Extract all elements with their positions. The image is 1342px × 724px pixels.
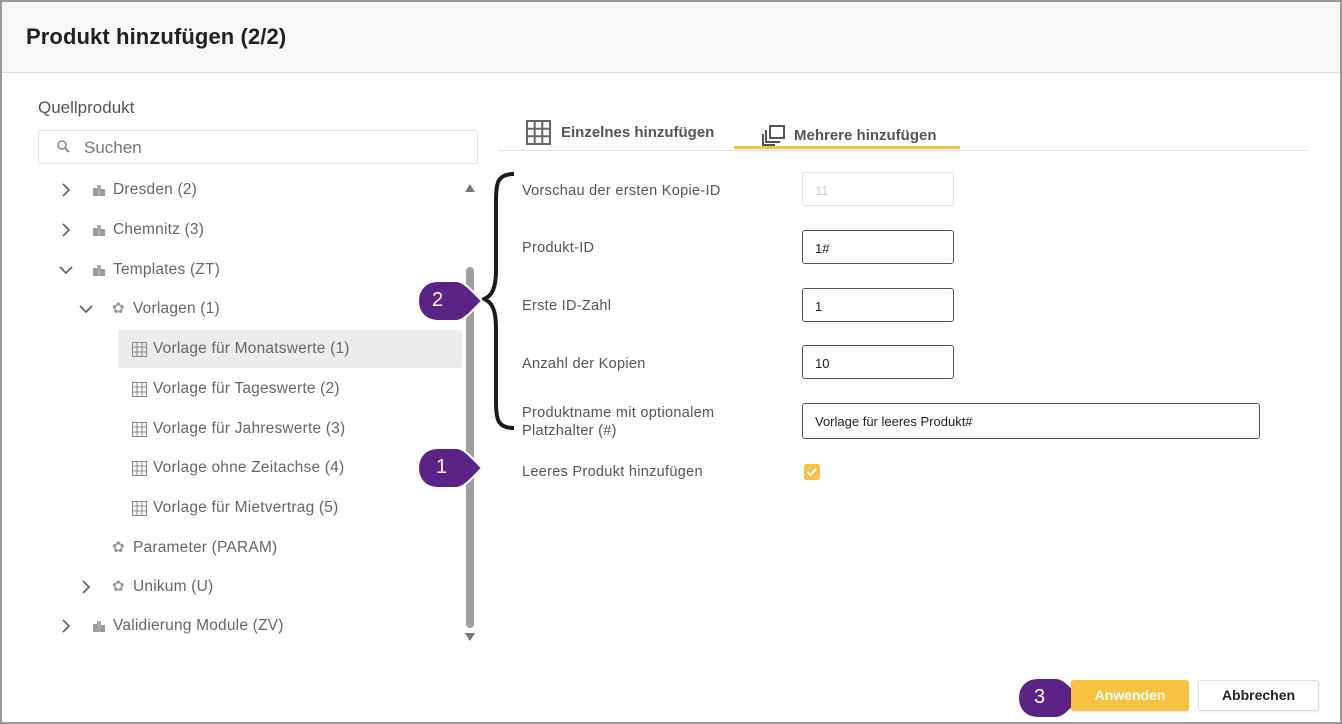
grid-icon — [132, 501, 147, 516]
chevron-down-icon[interactable] — [76, 299, 96, 319]
tree-item-monatswerte[interactable]: Vorlage für Monatswerte (1) — [153, 331, 350, 367]
chevron-down-icon[interactable] — [56, 260, 76, 280]
building-icon — [93, 265, 105, 276]
tree-item-validierung[interactable]: Validierung Module (ZV) — [113, 608, 284, 644]
annotation-badge-2-number: 2 — [432, 289, 444, 311]
tree-item-templates[interactable]: Templates (ZT) — [113, 252, 220, 288]
tree-item-unikum[interactable]: Unikum (U) — [133, 569, 213, 605]
tree-item-dresden[interactable]: Dresden (2) — [113, 172, 197, 208]
search-box[interactable]: Suchen — [38, 130, 478, 164]
product-id-label: Produkt-ID — [522, 240, 595, 256]
preview-label: Vorschau der ersten Kopie-ID — [522, 183, 721, 199]
grid-icon — [132, 422, 147, 437]
product-name-label-line2: Platzhalter (#) — [522, 423, 617, 439]
tree-item-jahreswerte[interactable]: Vorlage für Jahreswerte (3) — [153, 411, 345, 447]
scroll-up-arrow-icon[interactable] — [465, 184, 475, 192]
checkmark-icon — [806, 467, 818, 477]
first-id-label: Erste ID-Zahl — [522, 298, 612, 314]
search-input[interactable]: Suchen — [84, 138, 142, 158]
dialog-header: Produkt hinzufügen (2/2) — [2, 2, 1340, 73]
copies-label: Anzahl der Kopien — [522, 356, 646, 372]
chevron-right-icon[interactable] — [56, 180, 76, 200]
tree-item-tageswerte[interactable]: Vorlage für Tageswerte (2) — [153, 371, 340, 407]
source-product-label: Quellprodukt — [38, 98, 135, 117]
table-icon — [526, 119, 551, 145]
gear-icon: ✿ — [112, 539, 125, 556]
tree-item-parameter[interactable]: Parameter (PARAM) — [133, 530, 277, 566]
product-name-label: Produktname mit optionalem Platzhalter (… — [522, 404, 714, 440]
tree-item-chemnitz[interactable]: Chemnitz (3) — [113, 212, 204, 248]
cancel-button[interactable]: Abbrechen — [1198, 680, 1319, 711]
annotation-badge-1-number: 1 — [436, 456, 448, 478]
search-icon — [57, 140, 70, 153]
annotation-badge-3: 3 — [1016, 676, 1084, 719]
active-tab-indicator — [734, 146, 960, 149]
copy-multiple-icon — [762, 124, 785, 146]
dialog-title: Produkt hinzufügen (2/2) — [26, 24, 287, 49]
apply-button[interactable]: Anwenden — [1071, 680, 1189, 711]
curly-brace — [482, 172, 515, 430]
building-icon — [93, 185, 105, 196]
product-id-input[interactable]: 1# — [802, 230, 954, 264]
chevron-right-icon[interactable] — [56, 220, 76, 240]
product-name-label-line1: Produktname mit optionalem — [522, 405, 715, 421]
tree-item-vorlagen[interactable]: Vorlagen (1) — [133, 291, 220, 327]
empty-product-checkbox[interactable] — [804, 464, 820, 480]
building-icon — [93, 225, 105, 236]
empty-product-label: Leeres Produkt hinzufügen — [522, 464, 703, 480]
tab-mehrere-label: Mehrere hinzufügen — [794, 126, 937, 144]
tab-einzelnes-label: Einzelnes hinzufügen — [561, 123, 715, 141]
grid-icon — [132, 342, 147, 357]
grid-icon — [132, 461, 147, 476]
chevron-right-icon[interactable] — [76, 577, 96, 597]
tree-item-ohne-zeitachse[interactable]: Vorlage ohne Zeitachse (4) — [153, 450, 344, 486]
tab-einzelnes[interactable]: Einzelnes hinzufügen — [526, 107, 714, 157]
annotation-badge-3-number: 3 — [1034, 686, 1046, 708]
first-id-input[interactable]: 1 — [802, 288, 954, 322]
annotation-badge-2: 2 — [416, 279, 484, 322]
grid-icon — [132, 382, 147, 397]
dialog: Produkt hinzufügen (2/2) Quellprodukt Su… — [0, 0, 1342, 724]
gear-icon: ✿ — [112, 300, 125, 317]
product-name-input[interactable]: Vorlage für leeres Produkt# — [802, 403, 1260, 439]
tree-item-mietvertrag[interactable]: Vorlage für Mietvertrag (5) — [153, 490, 338, 526]
scroll-down-arrow-icon[interactable] — [465, 633, 475, 641]
annotation-badge-1: 1 — [416, 446, 484, 489]
building-icon — [93, 621, 105, 632]
gear-icon: ✿ — [112, 578, 125, 595]
copies-input[interactable]: 10 — [802, 345, 954, 379]
preview-field: 11 — [802, 172, 954, 206]
chevron-right-icon[interactable] — [56, 616, 76, 636]
tab-mehrere[interactable]: Mehrere hinzufügen — [762, 110, 937, 160]
